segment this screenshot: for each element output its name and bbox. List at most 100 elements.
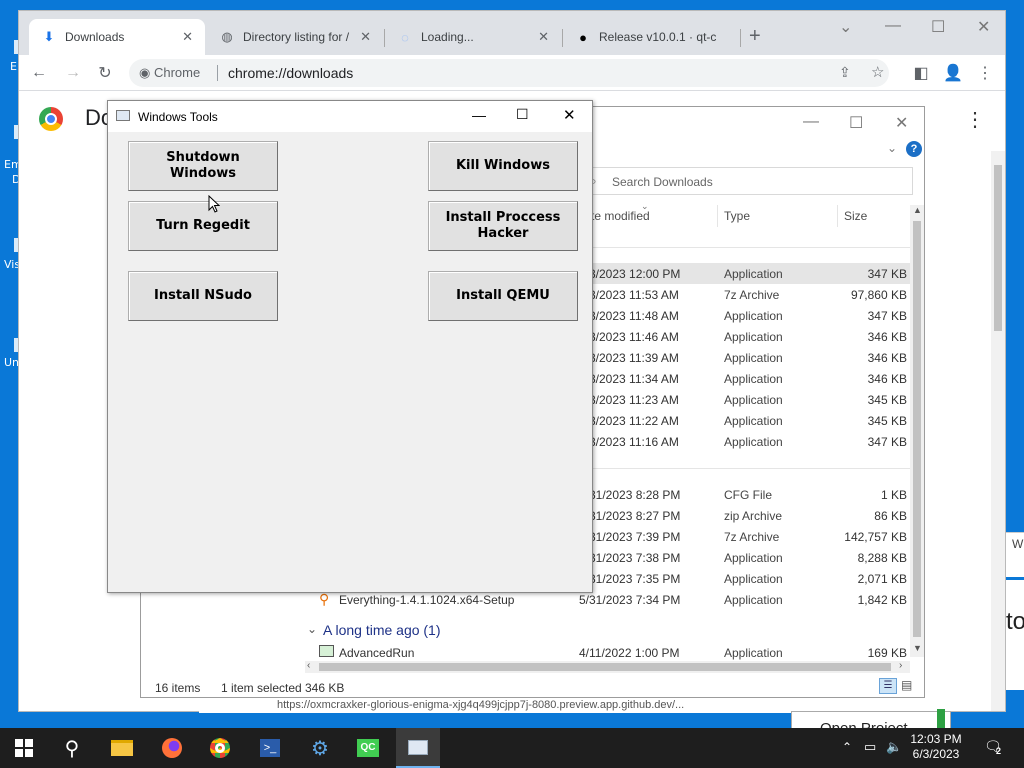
tiles-view-icon[interactable]: ▤ — [901, 678, 912, 692]
install-process-hacker-button[interactable]: Install Proccess Hacker — [428, 201, 578, 251]
tab-github-release[interactable]: ● Release v10.0.1 · qt-c — [563, 19, 739, 55]
downloads-menu-icon[interactable]: ⋮ — [965, 107, 985, 132]
explorer-minimize-icon[interactable]: — — [803, 113, 819, 131]
row-size: 2,071 KB — [857, 572, 907, 586]
tab-downloads[interactable]: ⬇ Downloads ✕ — [29, 19, 205, 55]
row-type: Application — [724, 351, 783, 365]
row-type: 7z Archive — [724, 530, 780, 544]
col-size[interactable]: Size — [844, 209, 867, 223]
side-panel-icon[interactable]: ◧ — [909, 61, 933, 85]
tab-strip: ⬇ Downloads ✕ ◍ Directory listing for / … — [19, 11, 1005, 55]
taskbar-search-icon[interactable]: ⚲ — [58, 734, 86, 762]
header-line — [581, 247, 911, 248]
windows-tools-window: Windows Tools — ☐ ✕ Shutdown Windows Kil… — [107, 100, 593, 593]
desktop-icon-label: Un — [4, 356, 20, 369]
download-icon: ⬇ — [43, 29, 55, 44]
group-label: A long time ago (1) — [323, 622, 441, 638]
row-type: Application — [724, 330, 783, 344]
vertical-scrollbar[interactable]: ▲ ▼ — [910, 205, 924, 657]
maximize-icon[interactable]: ☐ — [516, 106, 529, 123]
close-tab-icon[interactable]: ✕ — [182, 29, 193, 45]
tab-title: Loading... — [421, 30, 474, 44]
close-window-icon[interactable]: ✕ — [977, 17, 990, 37]
app-taskbar-icon[interactable]: ⚙ — [306, 734, 334, 762]
install-nsudo-button[interactable]: Install NSudo — [128, 271, 278, 321]
row-date: 3/2023 11:34 AM — [589, 372, 679, 386]
windows-logo-icon — [15, 739, 33, 757]
table-row[interactable]: AdvancedRun 4/11/2022 1:00 PM Applicatio… — [141, 642, 911, 663]
tab-directory-listing[interactable]: ◍ Directory listing for / ✕ — [207, 19, 383, 55]
row-size: 347 KB — [867, 435, 907, 449]
back-icon[interactable]: ← — [27, 61, 51, 85]
scrollbar-thumb[interactable] — [913, 221, 921, 637]
scrollbar-thumb[interactable] — [994, 165, 1002, 331]
explorer-maximize-icon[interactable]: ☐ — [849, 113, 863, 133]
volume-muted-icon[interactable]: 🔈 — [886, 739, 902, 755]
close-tab-icon[interactable]: ✕ — [538, 29, 549, 45]
row-type: Application — [724, 309, 783, 323]
row-size: 346 KB — [867, 330, 907, 344]
scroll-up-icon[interactable]: ▲ — [913, 205, 922, 215]
firefox-taskbar-icon[interactable] — [158, 734, 186, 762]
windows-tools-taskbar-icon[interactable] — [396, 728, 440, 768]
kill-windows-button[interactable]: Kill Windows — [428, 141, 578, 191]
forward-icon[interactable]: → — [61, 61, 85, 85]
share-icon[interactable]: ⇪ — [839, 64, 851, 81]
background-window-label: W — [1012, 537, 1024, 551]
ribbon-expand-icon[interactable]: ⌄ — [887, 141, 897, 155]
clock[interactable]: 12:03 PM 6/3/2023 — [906, 732, 966, 762]
omnibox[interactable]: ◉ Chrome chrome://downloads ⇪ ☆ — [129, 59, 889, 87]
tab-loading[interactable]: ◌ Loading... ✕ — [385, 19, 561, 55]
minimize-icon[interactable]: — — [472, 107, 486, 123]
horizontal-scrollbar[interactable]: ‹ › — [305, 660, 910, 673]
network-icon[interactable]: ▭ — [864, 739, 876, 755]
scroll-down-icon[interactable]: ▼ — [913, 643, 922, 653]
reload-icon[interactable]: ↻ — [93, 61, 117, 85]
profile-avatar[interactable]: 👤 — [941, 61, 965, 85]
background-window-2[interactable]: to — [1006, 580, 1024, 690]
bookmark-star-icon[interactable]: ☆ — [871, 63, 884, 81]
tab-search-icon[interactable]: ⌄ — [839, 17, 852, 37]
start-button[interactable] — [10, 734, 38, 762]
row-date: 31/2023 8:28 PM — [589, 488, 681, 502]
row-type: Application — [724, 393, 783, 407]
close-tab-icon[interactable]: ✕ — [360, 29, 371, 45]
minimize-icon[interactable]: — — [885, 17, 901, 35]
scroll-left-icon[interactable]: ‹ — [307, 660, 310, 671]
details-view-icon[interactable]: ☰ — [879, 678, 897, 694]
globe-icon: ◍ — [221, 29, 233, 44]
shutdown-windows-button[interactable]: Shutdown Windows — [128, 141, 278, 191]
chrome-menu-icon[interactable]: ⋮ — [973, 61, 997, 85]
app-icon — [319, 645, 334, 657]
row-date: 3/2023 11:39 AM — [589, 351, 679, 365]
page-scrollbar[interactable] — [991, 151, 1005, 711]
turn-regedit-button[interactable]: Turn Regedit — [128, 201, 278, 251]
tab-title: Directory listing for / — [243, 30, 350, 44]
status-url-bubble: https://oxmcraxker-glorious-enigma-xjg4q… — [199, 699, 799, 713]
title-bar[interactable]: Windows Tools — ☐ ✕ — [108, 101, 592, 132]
search-box[interactable]: ⌕ Search Downloads — [581, 167, 913, 195]
help-icon[interactable]: ? — [906, 141, 922, 157]
scrollbar-thumb[interactable] — [319, 663, 891, 671]
install-qemu-button[interactable]: Install QEMU — [428, 271, 578, 321]
file-explorer-taskbar-icon[interactable] — [108, 734, 136, 762]
background-window-label: to — [1006, 608, 1024, 635]
maximize-icon[interactable]: ☐ — [931, 17, 945, 37]
chrome-taskbar-icon[interactable] — [206, 734, 234, 762]
tab-title: Downloads — [65, 30, 125, 44]
close-icon[interactable]: ✕ — [563, 106, 576, 124]
col-date-modified[interactable]: te modified — [591, 209, 650, 223]
notification-count: 2 — [996, 746, 1002, 756]
col-type[interactable]: Type — [724, 209, 750, 223]
row-date: 3/2023 11:53 AM — [589, 288, 679, 302]
tray-chevron-up-icon[interactable]: ⌃ — [842, 740, 852, 754]
new-tab-button[interactable]: + — [749, 25, 761, 48]
qt-creator-taskbar-icon[interactable]: QC — [354, 734, 382, 762]
row-date: 3/2023 11:48 AM — [589, 309, 679, 323]
powershell-taskbar-icon[interactable]: >_ — [256, 734, 284, 762]
group-header-long-ago[interactable]: ⌄ A long time ago (1) — [141, 619, 911, 641]
background-window[interactable]: W — [1006, 532, 1024, 577]
explorer-close-icon[interactable]: ✕ — [895, 113, 908, 133]
status-url: https://oxmcraxker-glorious-enigma-xjg4q… — [277, 699, 685, 711]
scroll-right-icon[interactable]: › — [899, 660, 902, 671]
